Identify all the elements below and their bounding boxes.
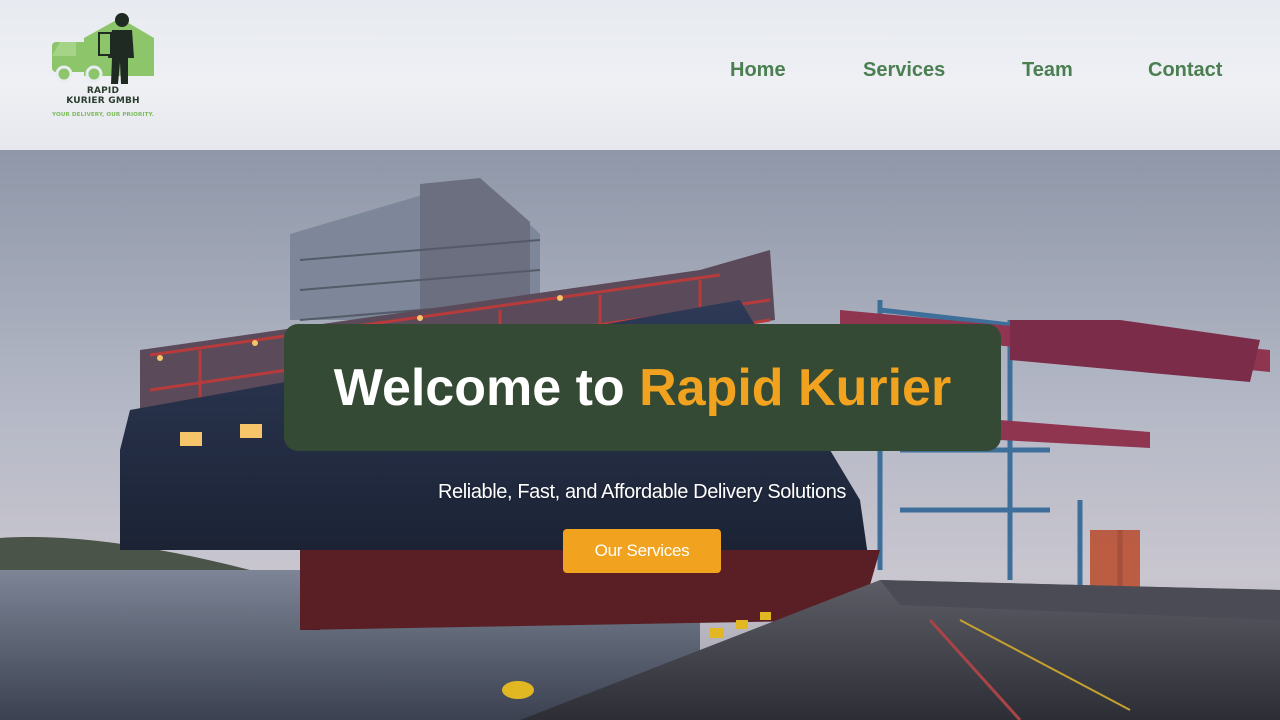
nav-contact-link[interactable]: Contact bbox=[1148, 58, 1222, 82]
welcome-banner: Welcome to Rapid Kurier bbox=[284, 324, 1001, 451]
logo-name: RAPID KURIER GMBH bbox=[30, 86, 176, 106]
logo-name-line2: KURIER GMBH bbox=[66, 96, 140, 106]
courier-truck-person-icon bbox=[52, 13, 154, 84]
our-services-button[interactable]: Our Services bbox=[563, 529, 721, 573]
logo-name-line1: RAPID bbox=[86, 86, 120, 96]
hero-title-prefix: Welcome to bbox=[333, 358, 625, 417]
hero-subtitle: Reliable, Fast, and Affordable Delivery … bbox=[437, 481, 847, 503]
hero-section: Welcome to Rapid Kurier Reliable, Fast, … bbox=[0, 150, 1280, 720]
nav-team-link[interactable]: Team bbox=[1022, 58, 1073, 82]
nav-services-link[interactable]: Services bbox=[863, 58, 945, 82]
hero-title-brand: Rapid Kurier bbox=[639, 358, 952, 417]
hero-title: Welcome to Rapid Kurier bbox=[334, 358, 951, 418]
logo[interactable]: RAPID KURIER GMBH YOUR DELIVERY, OUR PRI… bbox=[30, 12, 180, 124]
logo-tagline: YOUR DELIVERY, OUR PRIORITY. bbox=[52, 112, 154, 118]
nav-home-link[interactable]: Home bbox=[730, 58, 786, 82]
site-header: RAPID KURIER GMBH YOUR DELIVERY, OUR PRI… bbox=[0, 0, 1280, 150]
